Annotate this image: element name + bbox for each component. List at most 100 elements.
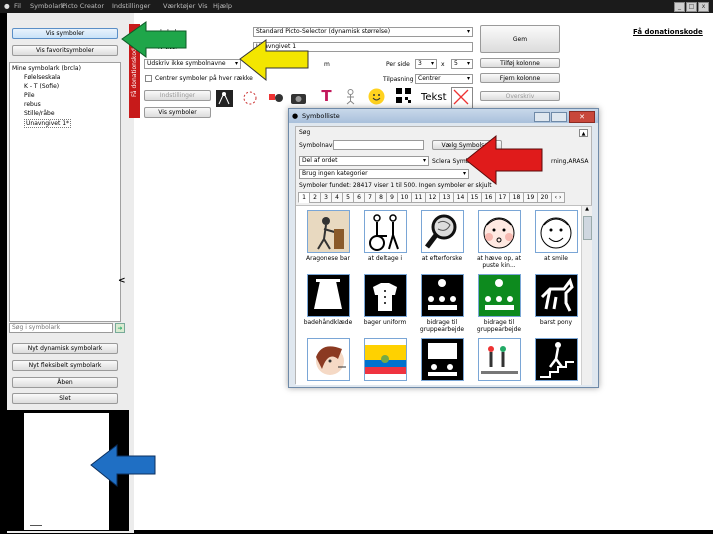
symbol-tile[interactable]: at smile bbox=[528, 210, 584, 262]
camera-icon[interactable] bbox=[290, 89, 307, 106]
symbol-tile[interactable]: Aragonese bar bbox=[300, 210, 356, 262]
print-names-select[interactable]: Udskriv ikke symbolnavne bbox=[144, 59, 241, 69]
pictogram-icon[interactable] bbox=[216, 90, 233, 107]
template-select[interactable]: Standard Picto-Selector (dynamisk større… bbox=[253, 27, 473, 37]
symbol-caption: at smile bbox=[544, 255, 568, 262]
symbol-name-label: Symbolnavn bbox=[299, 142, 337, 149]
show-symbols-button[interactable]: Vis symboler bbox=[12, 28, 118, 39]
match-mode-select[interactable]: Del af ordet bbox=[299, 156, 429, 166]
page-tab[interactable]: 20 bbox=[537, 192, 552, 203]
dialog-maximize-button[interactable] bbox=[551, 112, 567, 122]
rows-select[interactable]: 3 bbox=[415, 59, 437, 69]
remove-column-button[interactable]: Fjern kolonne bbox=[480, 73, 560, 83]
page-tab[interactable]: 15 bbox=[467, 192, 482, 203]
tree-item[interactable]: Pile bbox=[24, 92, 35, 99]
symbol-tile[interactable]: bager uniform bbox=[357, 274, 413, 326]
symbol-grid[interactable]: ▲ Aragonese bar at deltage i at efterforsk… bbox=[296, 205, 592, 385]
symbol-name-input[interactable] bbox=[333, 140, 424, 150]
page-tab[interactable]: 13 bbox=[439, 192, 454, 203]
donation-link[interactable]: Få donationskode bbox=[633, 28, 703, 36]
app-icon: ● bbox=[4, 2, 10, 10]
symbol-tile[interactable] bbox=[414, 338, 470, 383]
dialog-minimize-button[interactable] bbox=[534, 112, 550, 122]
page-tab[interactable]: 17 bbox=[495, 192, 510, 203]
menu-file[interactable]: Fil bbox=[14, 2, 21, 10]
save-button[interactable]: Gem bbox=[480, 25, 560, 53]
page-tab[interactable]: 10 bbox=[397, 192, 412, 203]
page-nav-icon[interactable]: ‹ › bbox=[551, 192, 565, 203]
stairs-walk-icon bbox=[534, 338, 578, 381]
symbol-caption: bidrage til gruppearbejde bbox=[419, 319, 465, 333]
tree-item[interactable]: Følelseskala bbox=[24, 74, 60, 81]
dots-icon[interactable] bbox=[242, 90, 259, 107]
page-tab[interactable]: 18 bbox=[509, 192, 524, 203]
page-tab[interactable]: 14 bbox=[453, 192, 468, 203]
symbol-tile[interactable] bbox=[357, 338, 413, 383]
page-tab[interactable]: 19 bbox=[523, 192, 538, 203]
page-tab[interactable]: 16 bbox=[481, 192, 496, 203]
menu-settings[interactable]: Indstillinger bbox=[112, 2, 150, 10]
smile-face-icon bbox=[534, 210, 578, 253]
symbol-tile[interactable] bbox=[528, 338, 584, 383]
scroll-thumb[interactable] bbox=[583, 216, 592, 240]
tree-item-selected[interactable]: Unavngivet 1* bbox=[24, 119, 72, 128]
symbol-tile[interactable]: at deltage i bbox=[357, 210, 413, 262]
minimize-button[interactable]: _ bbox=[674, 2, 685, 12]
fit-select[interactable]: Centrer bbox=[415, 74, 473, 84]
show-favorites-button[interactable]: Vis favoritsymboler bbox=[12, 45, 118, 56]
scroll-up-icon[interactable]: ▲ bbox=[583, 206, 591, 214]
symbol-tile[interactable]: badehåndklæde bbox=[300, 274, 356, 326]
tree-root[interactable]: Mine symbolark (brcla) bbox=[12, 65, 81, 72]
symbol-tile[interactable]: bidrage til gruppearbejde bbox=[471, 274, 527, 333]
shapes-icon[interactable] bbox=[267, 88, 284, 105]
search-section-label: Søg bbox=[299, 129, 311, 136]
dialog-titlebar[interactable]: ● Symbolliste ✕ bbox=[289, 109, 598, 123]
menu-picto-creator[interactable]: Picto Creator bbox=[62, 2, 104, 10]
green-arrow bbox=[121, 21, 187, 58]
menu-help[interactable]: Hjælp bbox=[213, 2, 232, 10]
symbol-caption: bidrage til gruppearbejde bbox=[476, 319, 522, 333]
main-show-symbols-button[interactable]: Vis symboler bbox=[144, 107, 211, 118]
symbol-tile[interactable]: at efterforske bbox=[414, 210, 470, 262]
symbol-list-dialog: ● Symbolliste ✕ Søg ▲ Symbolnavn Vælg Sy… bbox=[288, 108, 599, 388]
tree-item[interactable]: Stille/råbe bbox=[24, 110, 55, 117]
symbol-tile[interactable]: at hæve op, at puste kin... bbox=[471, 210, 527, 269]
close-button[interactable]: x bbox=[698, 2, 709, 12]
add-column-button[interactable]: Tilføj kolonne bbox=[480, 58, 560, 68]
smiley-icon[interactable] bbox=[368, 88, 385, 105]
search-go-icon[interactable]: ➜ bbox=[115, 323, 125, 333]
menu-view[interactable]: Vis bbox=[198, 2, 208, 10]
symbol-tile[interactable] bbox=[300, 338, 356, 383]
pony-icon bbox=[534, 274, 578, 317]
new-dynamic-button[interactable]: Nyt dynamisk symbolark bbox=[12, 343, 118, 354]
clear-icon[interactable] bbox=[451, 87, 473, 109]
page-tab[interactable]: 12 bbox=[425, 192, 440, 203]
overwrite-button[interactable]: Overskriv bbox=[480, 91, 560, 101]
person-icon[interactable] bbox=[342, 88, 359, 105]
settings-button[interactable]: Indstillinger bbox=[144, 90, 211, 101]
new-flexible-button[interactable]: Nyt fleksibelt symbolark bbox=[12, 360, 118, 371]
qr-code-icon[interactable] bbox=[395, 87, 412, 104]
center-rows-checkbox[interactable] bbox=[145, 75, 152, 82]
collapse-search-icon[interactable]: ▲ bbox=[579, 129, 588, 137]
symbol-tile[interactable]: bidrage til gruppearbejde bbox=[414, 274, 470, 333]
symbol-tile[interactable] bbox=[471, 338, 527, 383]
category-select[interactable]: Brug ingen kategorier bbox=[299, 169, 469, 179]
symbolark-tree[interactable]: Mine symbolark (brcla) Følelseskala K - … bbox=[9, 62, 121, 322]
menu-symbolark[interactable]: Symbolark bbox=[30, 2, 65, 10]
delete-button[interactable]: Slet bbox=[12, 393, 118, 404]
text-tool-label[interactable]: Tekst bbox=[421, 92, 446, 103]
tree-item[interactable]: K - T (Sofie) bbox=[24, 83, 59, 90]
dialog-close-button[interactable]: ✕ bbox=[569, 111, 595, 123]
open-button[interactable]: Åben bbox=[12, 377, 118, 388]
symbol-tile[interactable]: barst pony bbox=[528, 274, 584, 326]
maximize-button[interactable]: □ bbox=[686, 2, 697, 12]
collapse-sidebar-icon[interactable]: < bbox=[118, 276, 126, 286]
text-style-icon[interactable]: T bbox=[318, 88, 335, 105]
menu-tools[interactable]: Værktøjer bbox=[163, 2, 195, 10]
tree-item[interactable]: rebus bbox=[24, 101, 41, 108]
page-tab[interactable]: 11 bbox=[411, 192, 426, 203]
selected-sets-text-right: rning,ARASA bbox=[551, 158, 589, 165]
cols-select[interactable]: 5 bbox=[451, 59, 473, 69]
symbolark-search-input[interactable]: Søg i symbolark bbox=[9, 323, 113, 333]
